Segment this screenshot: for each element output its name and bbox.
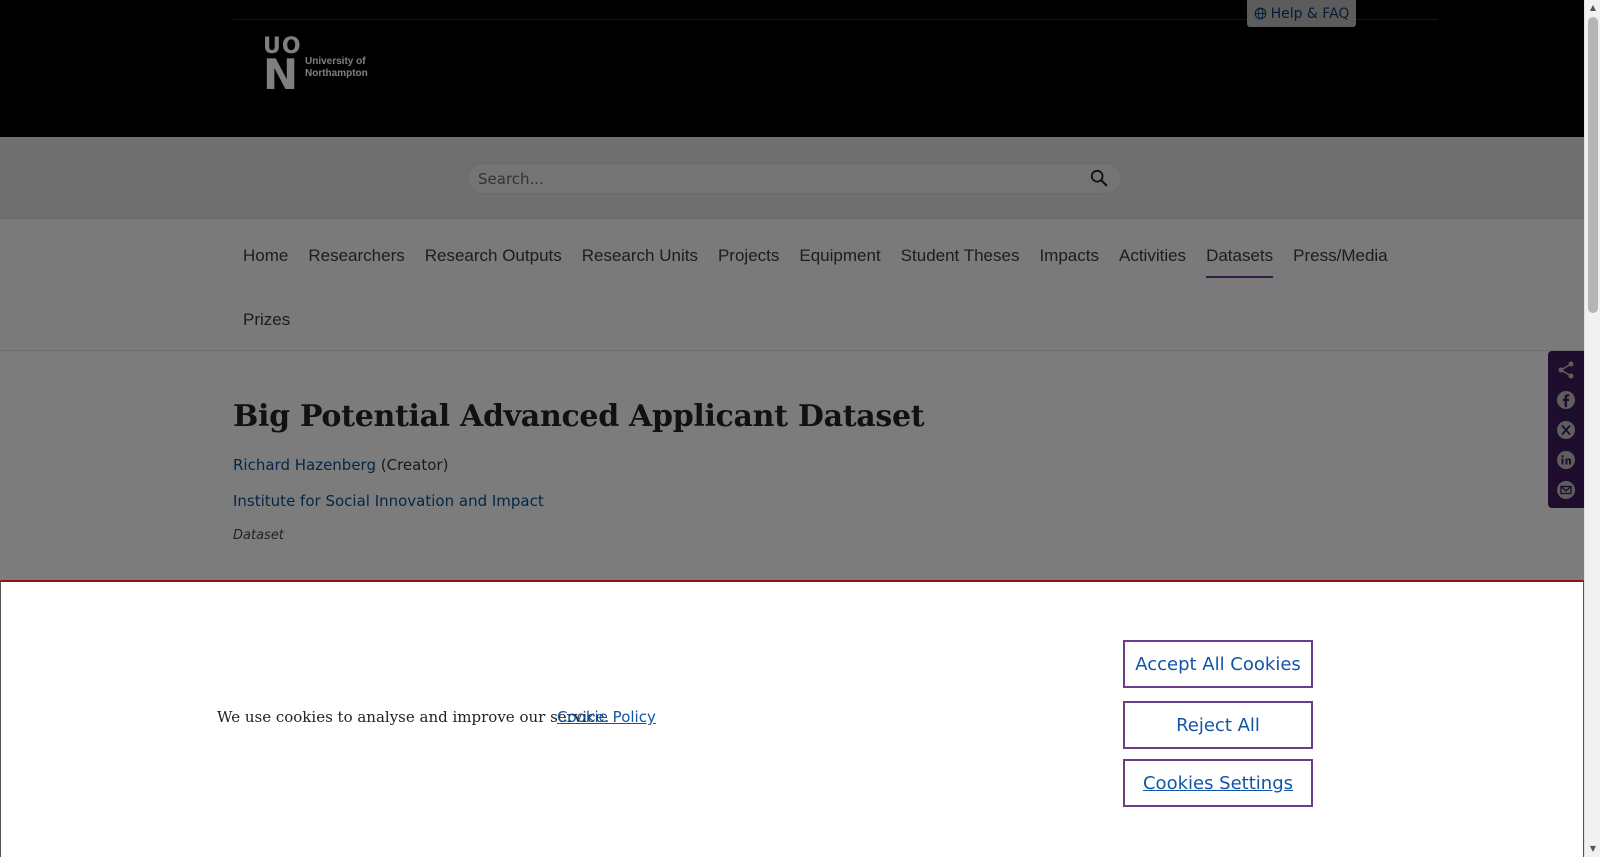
scroll-up-arrow-icon[interactable]: ▲ xyxy=(1588,3,1598,13)
scroll-down-arrow-icon[interactable]: ▼ xyxy=(1588,844,1598,854)
cookie-policy-link[interactable]: Cookie Policy xyxy=(557,708,656,726)
cookie-banner: We use cookies to analyse and improve ou… xyxy=(0,580,1584,857)
cookie-message: We use cookies to analyse and improve ou… xyxy=(217,708,610,726)
scroll-thumb[interactable] xyxy=(1588,17,1598,313)
page-scrollbar[interactable]: ▲ ▼ xyxy=(1584,0,1600,857)
reject-all-button[interactable]: Reject All xyxy=(1123,701,1313,749)
accept-all-cookies-button[interactable]: Accept All Cookies xyxy=(1123,640,1313,688)
cookies-settings-button[interactable]: Cookies Settings xyxy=(1123,759,1313,807)
